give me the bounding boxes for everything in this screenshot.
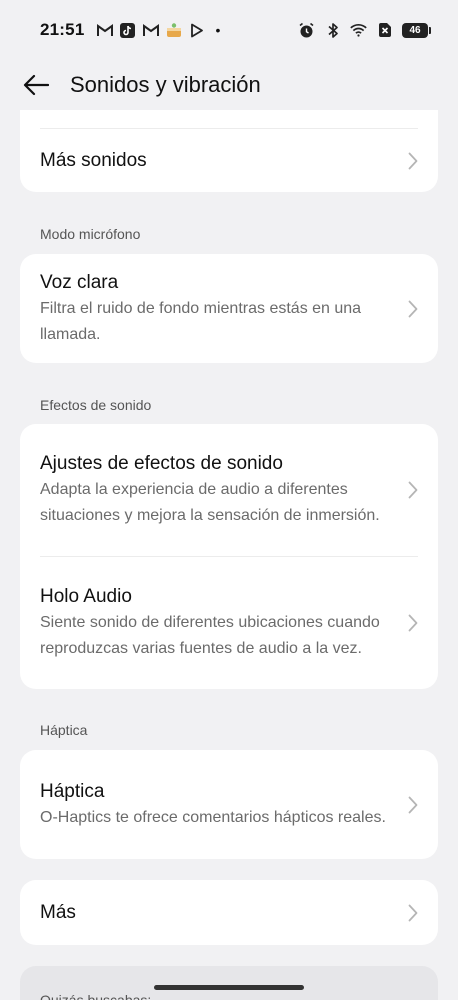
- more-card: Más: [20, 880, 438, 945]
- row-subtitle: Adapta la experiencia de audio a diferen…: [40, 481, 380, 524]
- mas-item[interactable]: Más: [20, 880, 438, 945]
- mic-mode-card: Voz clara Filtra el ruido de fondo mient…: [20, 254, 438, 363]
- row-subtitle: Siente sonido de diferentes ubicaciones …: [40, 614, 380, 657]
- cake-app-icon: [165, 22, 182, 39]
- app-bar: Sonidos y vibración: [0, 60, 458, 110]
- section-label-effects: Efectos de sonido: [40, 397, 152, 413]
- row-title: Háptica: [40, 780, 105, 802]
- row-subtitle: O-Haptics te ofrece comentarios hápticos…: [40, 808, 386, 826]
- section-label-haptics: Háptica: [40, 722, 88, 738]
- chevron-right-icon: [406, 613, 420, 633]
- alarm-icon: [298, 22, 315, 39]
- row-title: Holo Audio: [40, 586, 132, 607]
- sound-effects-settings-item[interactable]: Ajustes de efectos de sonido Adapta la e…: [20, 424, 438, 556]
- holo-audio-item[interactable]: Holo Audio Siente sonido de diferentes u…: [20, 557, 438, 689]
- haptics-item[interactable]: Háptica O-Haptics te ofrece comentarios …: [20, 750, 438, 859]
- voz-clara-item[interactable]: Voz clara Filtra el ruido de fondo mient…: [20, 254, 438, 363]
- mas-sonidos-item[interactable]: Más sonidos: [20, 129, 438, 192]
- wifi-icon: [350, 22, 367, 39]
- play-store-icon: [188, 22, 205, 39]
- row-title: Ajustes de efectos de sonido: [40, 453, 283, 474]
- row-subtitle: Filtra el ruido de fondo mientras estás …: [40, 299, 362, 343]
- page-title: Sonidos y vibración: [70, 72, 261, 97]
- haptics-card: Háptica O-Haptics te ofrece comentarios …: [20, 750, 438, 859]
- home-indicator[interactable]: [154, 985, 304, 990]
- sound-options-card: Más sonidos: [20, 110, 438, 192]
- suggestions-label: Quizás buscabas:: [40, 992, 152, 1000]
- tiktok-icon: [119, 22, 136, 39]
- notification-dot: •: [215, 22, 221, 38]
- chevron-right-icon: [406, 795, 420, 815]
- no-sim-icon: [376, 22, 393, 39]
- settings-list[interactable]: Más sonidos Modo micrófono Voz clara Fil…: [0, 110, 458, 1000]
- arrow-left-icon: [23, 74, 49, 96]
- status-time: 21:51: [40, 20, 85, 39]
- bluetooth-icon: [324, 22, 341, 39]
- section-label-mic: Modo micrófono: [40, 226, 141, 242]
- row-title: Más sonidos: [40, 149, 147, 171]
- chevron-right-icon: [406, 480, 420, 500]
- back-button[interactable]: [18, 67, 54, 103]
- chevron-right-icon: [406, 151, 420, 171]
- suggestions-card: Quizás buscabas:: [20, 966, 438, 1000]
- chevron-right-icon: [406, 299, 420, 319]
- chevron-right-icon: [406, 903, 420, 923]
- row-title: Voz clara: [40, 271, 119, 293]
- gmail-icon: [142, 22, 159, 39]
- gmail-icon: [96, 22, 113, 39]
- row-title: Más: [40, 901, 76, 923]
- sound-effects-card: Ajustes de efectos de sonido Adapta la e…: [20, 424, 438, 689]
- status-bar: 21:51 • 46: [0, 0, 458, 60]
- battery-indicator: 46: [402, 22, 431, 38]
